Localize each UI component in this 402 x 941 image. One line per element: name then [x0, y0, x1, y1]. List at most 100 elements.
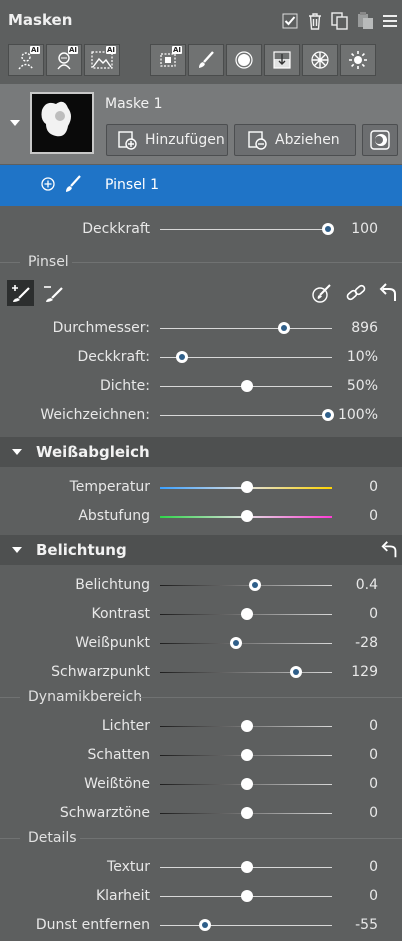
dynamic-range-title: Dynamikbereich — [28, 689, 143, 705]
collapse-arrow-icon[interactable] — [12, 547, 22, 553]
opacity-value: 100 — [351, 221, 378, 237]
ai-mask-tool-group: AI AI AI — [8, 44, 122, 76]
slider-value: 0.4 — [355, 577, 378, 593]
slider-label: Weißtöne — [84, 776, 150, 792]
slider-knob[interactable] — [278, 322, 290, 334]
paste-icon[interactable] — [352, 12, 377, 30]
ai-object-select-icon[interactable]: AI — [150, 44, 186, 76]
link-icon[interactable] — [345, 283, 367, 307]
slider-knob[interactable] — [230, 637, 242, 649]
slider-label: Weißpunkt — [75, 635, 150, 651]
trash-icon[interactable] — [302, 12, 327, 30]
brush-section-title: Pinsel — [28, 254, 69, 270]
section-divider — [72, 262, 402, 263]
brush-layer-name: Pinsel 1 — [105, 177, 160, 193]
intersect-mask-icon — [369, 129, 391, 151]
brush-layer-item[interactable]: Pinsel 1 — [0, 165, 402, 206]
checkbox-icon[interactable] — [277, 13, 302, 29]
slider-knob[interactable] — [290, 666, 302, 678]
section-divider — [140, 697, 402, 698]
luminance-range-icon[interactable] — [340, 44, 376, 76]
menu-icon[interactable] — [377, 14, 402, 28]
copy-icon[interactable] — [327, 12, 352, 30]
mask-tool-group: AI — [150, 44, 378, 76]
slider-track[interactable] — [160, 585, 332, 586]
ai-person-mask-icon[interactable]: AI — [8, 44, 44, 76]
section-divider — [80, 838, 402, 839]
slider-knob[interactable] — [241, 720, 253, 732]
mask-entry[interactable]: Maske 1 Hinzufügen Abziehen — [0, 84, 402, 164]
slider-value: 129 — [351, 664, 378, 680]
slider-knob[interactable] — [241, 749, 253, 761]
brush-settings-icon[interactable] — [311, 282, 333, 308]
slider-knob[interactable] — [241, 380, 253, 392]
brush-add-mode-button[interactable] — [7, 280, 34, 306]
slider-value: 0 — [369, 508, 378, 524]
slider-knob[interactable] — [241, 890, 253, 902]
add-mask-icon — [117, 130, 137, 150]
slider-knob[interactable] — [241, 807, 253, 819]
slider-knob[interactable] — [241, 778, 253, 790]
slider-knob[interactable] — [241, 608, 253, 620]
slider-label: Durchmesser: — [52, 320, 150, 336]
linear-gradient-icon[interactable] — [264, 44, 300, 76]
reset-arrow-icon[interactable] — [378, 283, 400, 307]
slider-label: Lichter — [101, 718, 150, 734]
masks-panel-header: Masken — [0, 0, 402, 42]
brush-icon[interactable] — [188, 44, 224, 76]
exposure-panel-header[interactable]: Belichtung — [0, 535, 402, 565]
section-divider — [0, 697, 20, 698]
slider-track[interactable] — [160, 925, 332, 926]
slider-track[interactable] — [160, 672, 332, 673]
subtract-from-mask-button[interactable]: Abziehen — [234, 124, 356, 156]
color-range-icon[interactable] — [302, 44, 338, 76]
slider-label: Belichtung — [75, 577, 150, 593]
collapse-arrow-icon[interactable] — [12, 449, 22, 455]
section-divider — [0, 838, 20, 839]
slider-value: -28 — [355, 635, 378, 651]
slider-knob[interactable] — [176, 351, 188, 363]
white-balance-panel-header[interactable]: Weißabgleich — [0, 437, 402, 467]
add-circle-icon[interactable] — [41, 177, 55, 195]
ai-person-detail-mask-icon[interactable]: AI — [46, 44, 82, 76]
mask-name: Maske 1 — [105, 96, 163, 112]
slider-track[interactable] — [160, 643, 332, 644]
slider-value: 10% — [346, 349, 378, 365]
slider-knob[interactable] — [249, 579, 261, 591]
slider-knob[interactable] — [241, 481, 253, 493]
slider-knob[interactable] — [241, 510, 253, 522]
slider-value: 0 — [369, 776, 378, 792]
panel-title: Masken — [8, 11, 73, 29]
slider-value: 0 — [369, 606, 378, 622]
radial-gradient-icon[interactable] — [226, 44, 262, 76]
slider-track[interactable] — [160, 328, 332, 329]
slider-value: 896 — [351, 320, 378, 336]
brush-erase-mode-button[interactable] — [40, 280, 67, 306]
slider-knob[interactable] — [241, 861, 253, 873]
intersect-mask-button[interactable] — [362, 124, 398, 156]
slider-track[interactable] — [160, 415, 332, 416]
slider-value: 0 — [369, 479, 378, 495]
slider-label: Schwarztöne — [59, 805, 150, 821]
slider-value: 0 — [369, 718, 378, 734]
slider-value: 50% — [346, 378, 378, 394]
header-icon-group — [277, 9, 402, 33]
slider-value: 0 — [369, 859, 378, 875]
slider-label: Kontrast — [91, 606, 150, 622]
slider-knob[interactable] — [199, 919, 211, 931]
brush-icon — [64, 175, 82, 197]
slider-label: Schwarzpunkt — [51, 664, 150, 680]
subtract-mask-icon — [247, 130, 267, 150]
collapse-arrow-icon[interactable] — [10, 120, 20, 126]
opacity-slider-track[interactable] — [160, 229, 332, 230]
reset-arrow-icon[interactable] — [380, 540, 400, 564]
slider-value: 0 — [369, 888, 378, 904]
add-to-mask-button[interactable]: Hinzufügen — [106, 124, 228, 156]
exposure-title: Belichtung — [36, 541, 127, 559]
mask-thumbnail[interactable] — [30, 92, 94, 154]
white-balance-title: Weißabgleich — [36, 443, 150, 461]
slider-value: 0 — [369, 805, 378, 821]
ai-landscape-mask-icon[interactable]: AI — [84, 44, 120, 76]
subtract-button-label: Abziehen — [275, 132, 340, 148]
add-button-label: Hinzufügen — [145, 132, 225, 148]
